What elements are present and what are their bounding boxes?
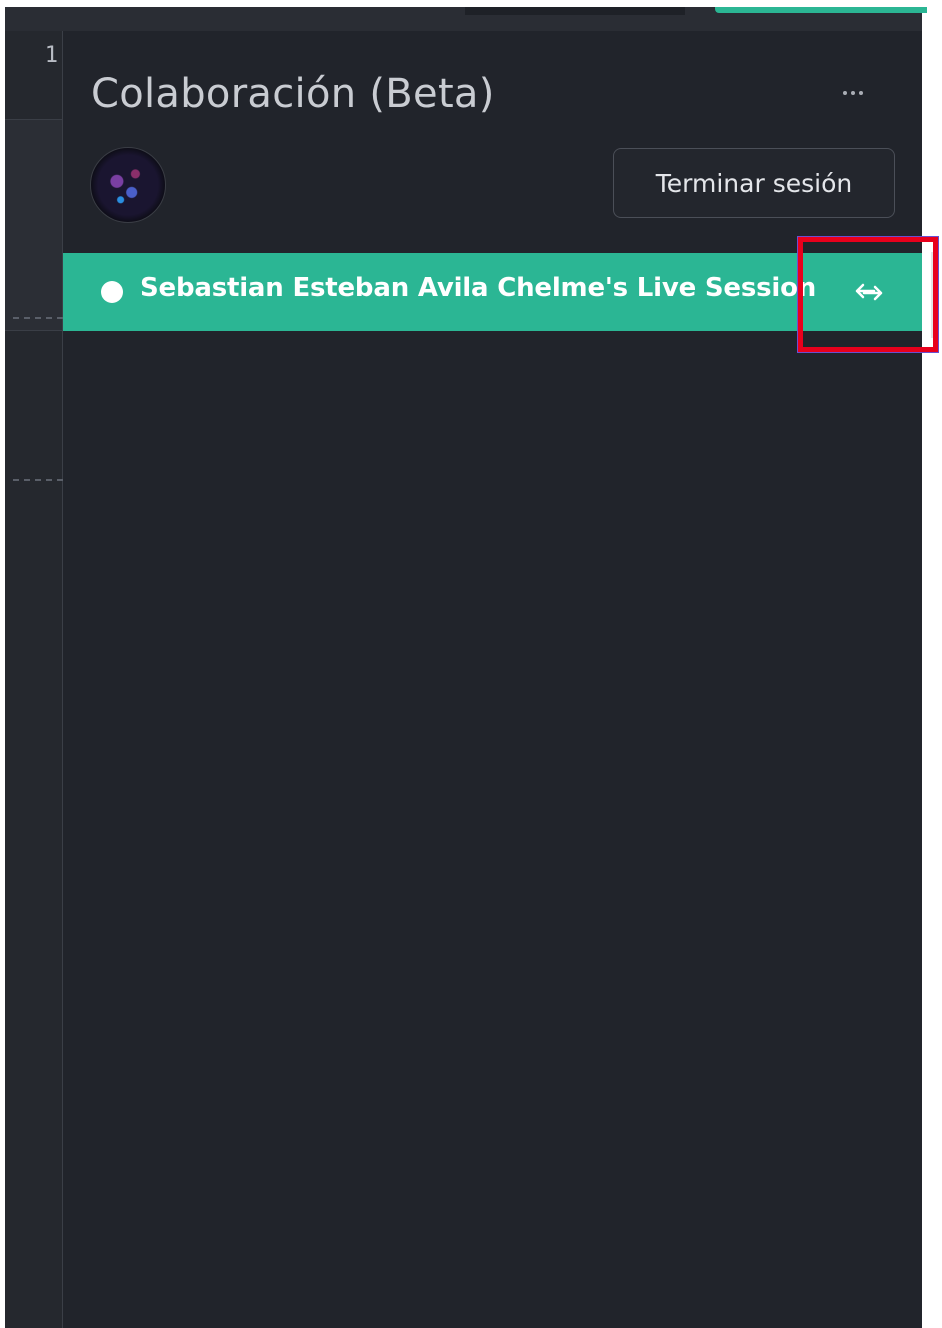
gutter-dash-line: [13, 317, 63, 319]
more-dot: [851, 91, 855, 95]
more-dot: [859, 91, 863, 95]
live-session-label: Sebastian Esteban Avila Chelme's Live Se…: [140, 273, 817, 303]
collaboration-panel: Colaboración (Beta) Terminar sesión Seba…: [63, 31, 922, 1328]
end-session-button[interactable]: Terminar sesión: [613, 148, 895, 218]
more-dot: [843, 91, 847, 95]
swap-session-button[interactable]: [815, 253, 922, 331]
more-options-icon[interactable]: [833, 83, 873, 103]
line-number: 1: [44, 43, 58, 68]
top-accent-button[interactable]: [715, 7, 927, 13]
user-avatar[interactable]: [90, 147, 166, 223]
editor-gutter: 1: [5, 31, 63, 1328]
editor-tab-area[interactable]: [465, 7, 685, 15]
gutter-dash-line: [13, 479, 63, 481]
editor-top-bar: [5, 7, 927, 32]
live-session-row[interactable]: Sebastian Esteban Avila Chelme's Live Se…: [63, 253, 922, 331]
gutter-highlight-band: [5, 119, 62, 331]
panel-title: Colaboración (Beta): [91, 71, 495, 117]
swap-arrows-icon: [855, 283, 882, 301]
status-dot-icon: [101, 281, 123, 303]
screenshot-frame: 1 Colaboración (Beta) Terminar sesión Se…: [0, 0, 942, 1328]
